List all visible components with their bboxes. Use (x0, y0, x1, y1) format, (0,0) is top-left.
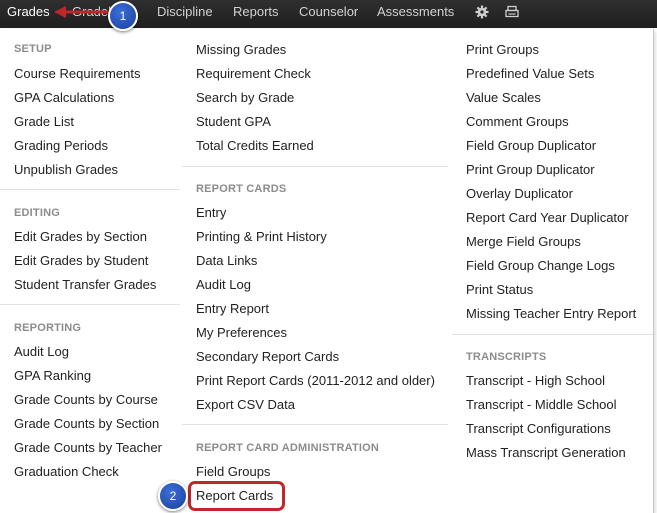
menu-item-secondary-report-cards[interactable]: Secondary Report Cards (196, 349, 339, 365)
menu-item-audit-log[interactable]: Audit Log (14, 344, 69, 360)
menu-item-grade-list[interactable]: Grade List (14, 114, 74, 130)
menu-item-edit-grades-by-section[interactable]: Edit Grades by Section (14, 229, 147, 245)
menu-item-printing-print-history[interactable]: Printing & Print History (196, 229, 327, 245)
menu-item-search-by-grade[interactable]: Search by Grade (196, 90, 294, 106)
menu-item-unpublish-grades[interactable]: Unpublish Grades (14, 162, 118, 178)
menu-item-course-requirements[interactable]: Course Requirements (14, 66, 140, 82)
column-setup: SETUP Course Requirements GPA Calculatio… (0, 29, 180, 513)
heading-setup: SETUP (14, 43, 52, 55)
menu-item-mass-transcript-generation[interactable]: Mass Transcript Generation (466, 445, 626, 461)
menu-item-grade-counts-by-section[interactable]: Grade Counts by Section (14, 416, 159, 432)
heading-reporting: REPORTING (14, 322, 82, 334)
divider (452, 334, 653, 335)
menu-item-edit-grades-by-student[interactable]: Edit Grades by Student (14, 253, 148, 269)
grades-dropdown-menu: SETUP Course Requirements GPA Calculatio… (0, 29, 654, 513)
menu-item-missing-grades[interactable]: Missing Grades (196, 42, 286, 58)
menu-item-transcript-configurations[interactable]: Transcript Configurations (466, 421, 611, 437)
menu-item-graduation-check[interactable]: Graduation Check (14, 464, 119, 480)
menu-item-gpa-calculations[interactable]: GPA Calculations (14, 90, 114, 106)
divider (0, 304, 180, 305)
menu-item-merge-field-groups[interactable]: Merge Field Groups (466, 234, 581, 250)
print-icon[interactable] (504, 4, 520, 20)
report-cards-highlight (188, 481, 285, 511)
menu-item-requirement-check[interactable]: Requirement Check (196, 66, 311, 82)
step-1-callout: 1 (108, 1, 138, 31)
menu-item-student-gpa[interactable]: Student GPA (196, 114, 271, 130)
divider (182, 166, 448, 167)
menu-item-grade-counts-by-course[interactable]: Grade Counts by Course (14, 392, 158, 408)
menu-item-print-groups[interactable]: Print Groups (466, 42, 539, 58)
menu-item-grading-periods[interactable]: Grading Periods (14, 138, 108, 154)
menu-item-my-preferences[interactable]: My Preferences (196, 325, 287, 341)
heading-editing: EDITING (14, 207, 61, 219)
menu-item-field-group-duplicator[interactable]: Field Group Duplicator (466, 138, 596, 154)
menu-item-student-transfer-grades[interactable]: Student Transfer Grades (14, 277, 156, 293)
heading-transcripts: TRANSCRIPTS (466, 351, 547, 363)
menu-item-comment-groups[interactable]: Comment Groups (466, 114, 569, 130)
divider (182, 424, 448, 425)
menu-item-entry-report[interactable]: Entry Report (196, 301, 269, 317)
menu-item-transcript-high-school[interactable]: Transcript - High School (466, 373, 605, 389)
menu-item-print-report-cards[interactable]: Print Report Cards (2011-2012 and older) (196, 373, 435, 389)
nav-counselor[interactable]: Counselor (299, 0, 358, 28)
menu-item-total-credits-earned[interactable]: Total Credits Earned (196, 138, 314, 154)
column-report-cards: Missing Grades Requirement Check Search … (182, 29, 448, 513)
menu-item-transcript-middle-school[interactable]: Transcript - Middle School (466, 397, 617, 413)
menu-item-report-card-year-duplicator[interactable]: Report Card Year Duplicator (466, 210, 629, 226)
menu-item-print-group-duplicator[interactable]: Print Group Duplicator (466, 162, 595, 178)
menu-item-field-group-change-logs[interactable]: Field Group Change Logs (466, 258, 615, 274)
menu-item-print-status[interactable]: Print Status (466, 282, 533, 298)
menu-item-grade-counts-by-teacher[interactable]: Grade Counts by Teacher (14, 440, 162, 456)
menu-item-missing-teacher-entry-report[interactable]: Missing Teacher Entry Report (466, 306, 636, 322)
gear-icon[interactable] (474, 4, 490, 20)
menu-item-data-links[interactable]: Data Links (196, 253, 257, 269)
menu-item-report-audit-log[interactable]: Audit Log (196, 277, 251, 293)
nav-discipline[interactable]: Discipline (157, 0, 213, 28)
step-2-callout: 2 (158, 481, 188, 511)
nav-assessments[interactable]: Assessments (377, 0, 454, 28)
heading-report-cards: REPORT CARDS (196, 183, 287, 195)
heading-report-card-administration: REPORT CARD ADMINISTRATION (196, 442, 380, 454)
nav-grades[interactable]: Grades (7, 0, 50, 28)
nav-reports[interactable]: Reports (233, 0, 279, 28)
divider (0, 189, 180, 190)
menu-item-gpa-ranking[interactable]: GPA Ranking (14, 368, 91, 384)
menu-item-export-csv-data[interactable]: Export CSV Data (196, 397, 295, 413)
menu-item-field-groups[interactable]: Field Groups (196, 464, 270, 480)
menu-item-predefined-value-sets[interactable]: Predefined Value Sets (466, 66, 594, 82)
menu-item-entry[interactable]: Entry (196, 205, 226, 221)
column-report-card-tools: Print Groups Predefined Value Sets Value… (452, 29, 653, 513)
menu-item-value-scales[interactable]: Value Scales (466, 90, 541, 106)
menu-item-overlay-duplicator[interactable]: Overlay Duplicator (466, 186, 573, 202)
